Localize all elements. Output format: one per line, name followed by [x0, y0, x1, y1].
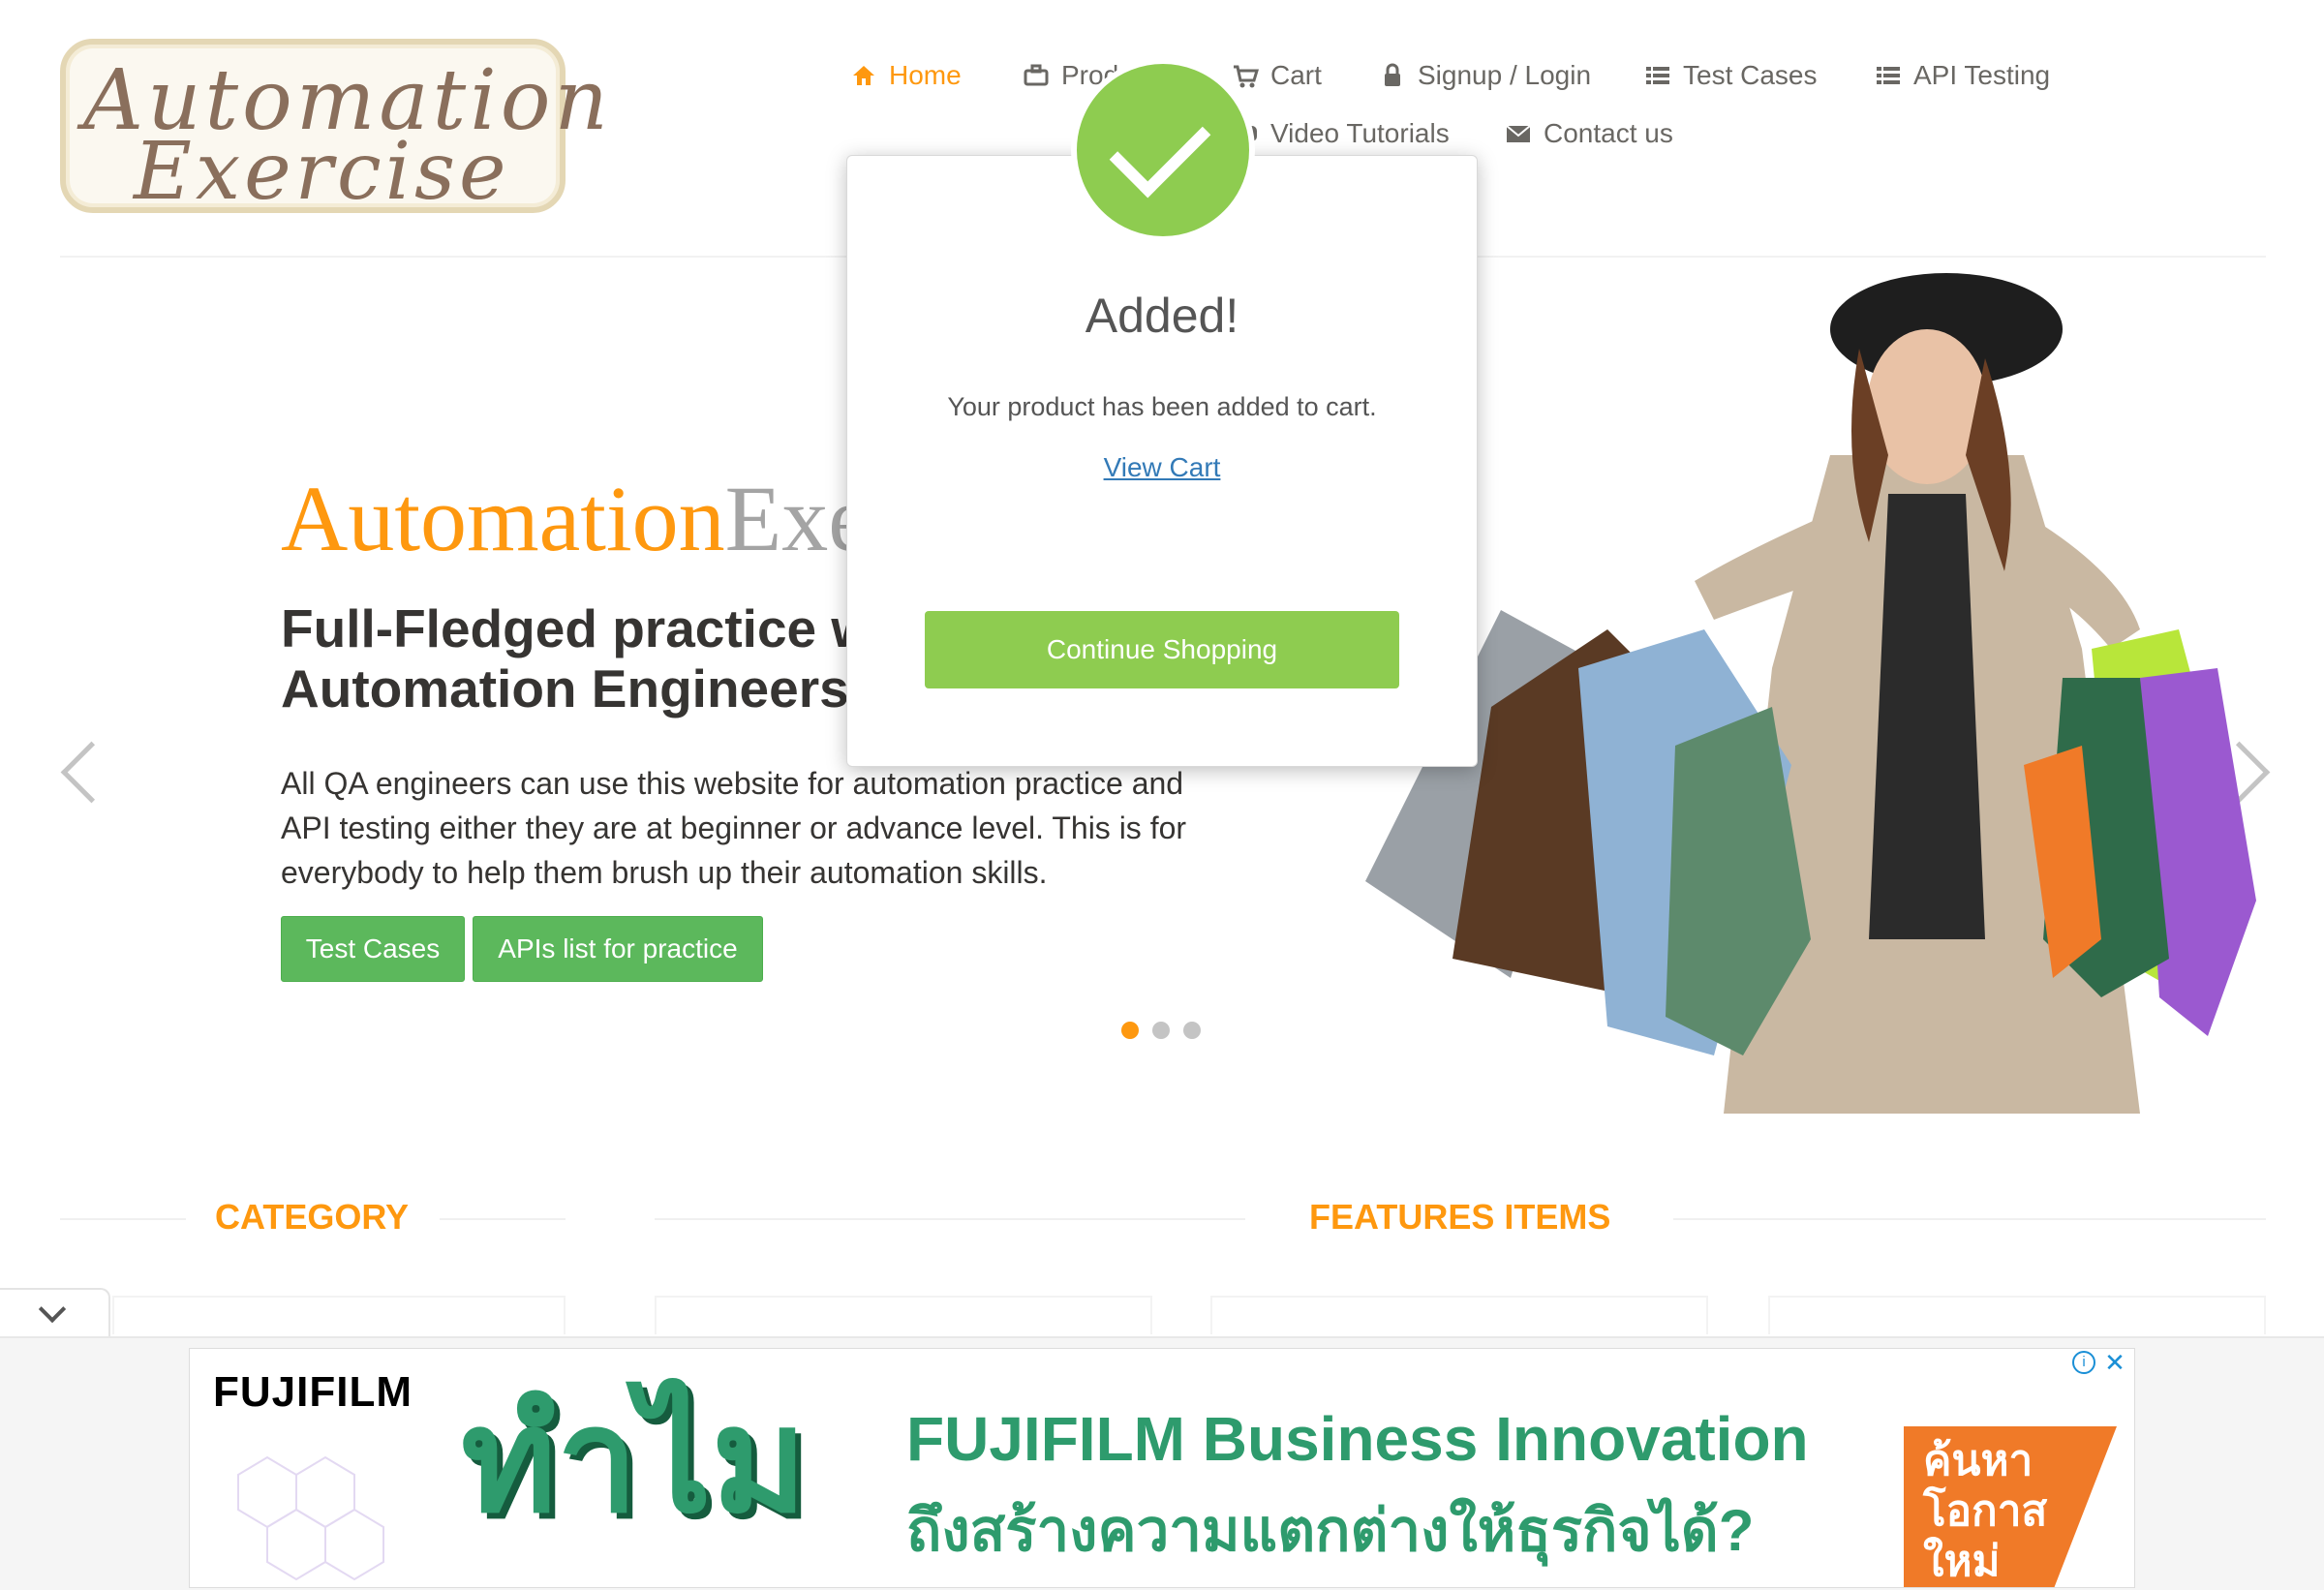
- nav-cart-label: Cart: [1270, 60, 1322, 90]
- slider-indicators: [1121, 1022, 1201, 1039]
- category-line-right: [440, 1218, 566, 1220]
- success-check-icon: [1071, 58, 1255, 242]
- nav-home-label: Home: [889, 60, 962, 90]
- continue-shopping-button[interactable]: Continue Shopping: [925, 611, 1399, 688]
- nav-api-testing[interactable]: API Testing: [1875, 60, 2050, 91]
- home-icon: [853, 66, 874, 85]
- ad-collapse-toggle[interactable]: [0, 1288, 110, 1338]
- logo-text-line2: Exercise: [134, 126, 510, 218]
- nav-signup-login-label: Signup / Login: [1418, 60, 1592, 90]
- apis-list-button[interactable]: APIs list for practice: [473, 916, 763, 982]
- site-logo[interactable]: Automation Exercise: [60, 39, 608, 218]
- slider-dot-3[interactable]: [1183, 1022, 1201, 1039]
- hexagon-pattern-decoration: [237, 1455, 384, 1581]
- product-card: [655, 1296, 1152, 1334]
- features-line-left: [655, 1218, 1245, 1220]
- features-items-title: FEATURES ITEMS: [1309, 1197, 1611, 1237]
- ad-info-icon[interactable]: i: [2072, 1351, 2095, 1374]
- category-panel: [112, 1296, 566, 1334]
- nav-contact-us-label: Contact us: [1544, 118, 1673, 148]
- category-title: CATEGORY: [215, 1197, 410, 1237]
- features-line-right: [1673, 1218, 2266, 1220]
- category-line-left: [60, 1218, 186, 1220]
- cart-icon: [1234, 65, 1259, 88]
- ad-brand-logo: FUJIFILM: [213, 1368, 413, 1416]
- nav-test-cases-label: Test Cases: [1683, 60, 1818, 90]
- added-to-cart-modal: Added! Your product has been added to ca…: [846, 155, 1478, 767]
- nav-cart[interactable]: Cart: [1232, 60, 1322, 91]
- nav-test-cases[interactable]: Test Cases: [1644, 60, 1818, 91]
- slide-description: All QA engineers can use this website fo…: [281, 766, 1187, 890]
- nav-video-tutorials-label: Video Tutorials: [1270, 118, 1450, 148]
- list-icon: [1877, 67, 1900, 84]
- product-card: [1210, 1296, 1708, 1334]
- nav-home[interactable]: Home: [850, 60, 962, 91]
- slide-brand-automation: Automation: [281, 467, 725, 570]
- envelope-icon: [1506, 125, 1531, 142]
- nav-video-tutorials[interactable]: Video Tutorials: [1232, 118, 1450, 149]
- nav-api-testing-label: API Testing: [1913, 60, 2051, 90]
- list-icon: [1646, 67, 1669, 84]
- ad-headline: FUJIFILM Business Innovation: [906, 1404, 1809, 1474]
- ad-close-icon[interactable]: ✕: [2103, 1350, 2126, 1375]
- view-cart-link[interactable]: View Cart: [847, 452, 1477, 483]
- ad-cta-button[interactable]: ค้นหา โอกาส ใหม่: [1904, 1426, 2117, 1587]
- modal-message: Your product has been added to cart.: [947, 392, 1377, 421]
- ad-banner[interactable]: FUJIFILM ทำไม FUJIFILM Business Innovati…: [189, 1348, 2135, 1588]
- slider-dot-1[interactable]: [1121, 1022, 1139, 1039]
- product-card: [1768, 1296, 2266, 1334]
- test-cases-button[interactable]: Test Cases: [281, 916, 465, 982]
- slider-prev-arrow[interactable]: [60, 741, 123, 804]
- ad-big-thai-text: ทำไม: [461, 1379, 808, 1542]
- lock-icon: [1385, 63, 1400, 86]
- nav-contact-us[interactable]: Contact us: [1505, 118, 1673, 149]
- nav-signup-login[interactable]: Signup / Login: [1379, 60, 1591, 91]
- briefcase-icon: [1024, 64, 1049, 86]
- ad-subheadline: ถึงสร้างความแตกต่างให้ธุรกิจได้?: [906, 1498, 1755, 1563]
- modal-title: Added!: [1085, 289, 1239, 343]
- slider-dot-2[interactable]: [1152, 1022, 1170, 1039]
